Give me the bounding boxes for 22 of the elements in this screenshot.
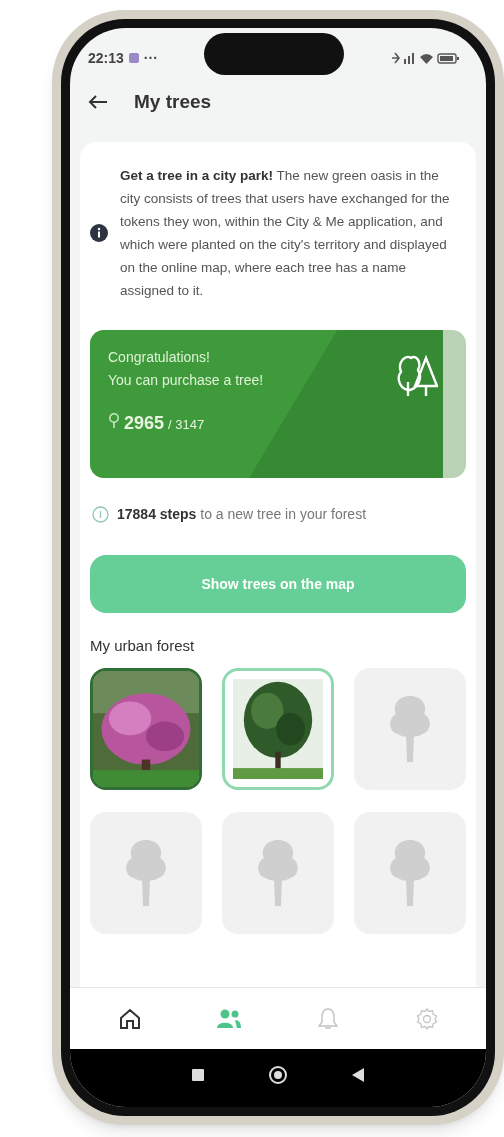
tree-token-icon — [108, 413, 120, 429]
steps-note: 17884 steps to a new tree in your forest — [117, 505, 367, 524]
app-notification-icon — [128, 53, 139, 63]
signal-icon — [404, 52, 416, 64]
section-title: My urban forest — [90, 636, 196, 656]
map-button[interactable]: Show trees on the map — [90, 555, 466, 613]
card-heading: Congratulations! — [108, 348, 211, 367]
status-time: 22:13 — [88, 48, 124, 68]
wifi-icon — [420, 52, 433, 64]
info-paragraph: Get a tree in a city park! The new green oasis in the city consists of trees that users have exchanged for the tokens they won, within the City & Me application, and which were planted on the city's territory and displayed on the online map, where each tree has a name assigned to it. — [120, 167, 450, 300]
page-title: My trees — [134, 89, 212, 114]
more-notifications: ··· — [143, 48, 158, 68]
card-subheading: You can purchase a tree! — [108, 371, 265, 390]
token-target: / 3147 — [168, 416, 205, 434]
info-icon — [90, 224, 108, 242]
token-count: 2965 — [124, 412, 165, 435]
back-icon[interactable] — [352, 1068, 364, 1082]
battery-icon — [437, 52, 460, 64]
back-arrow-icon[interactable] — [88, 94, 108, 110]
home-icon[interactable] — [117, 1006, 142, 1031]
info-outline-icon — [92, 506, 109, 523]
home-circle-icon[interactable] — [268, 1065, 288, 1085]
